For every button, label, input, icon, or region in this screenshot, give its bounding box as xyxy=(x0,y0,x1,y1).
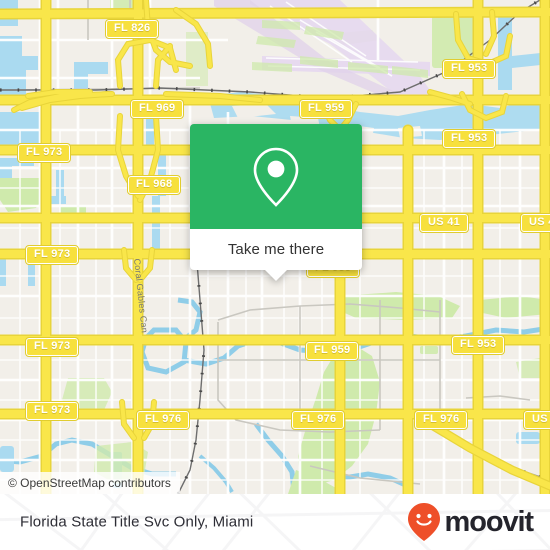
road-shield: FL 953 xyxy=(450,335,506,355)
road-shield: FL 953 xyxy=(441,129,497,149)
brand-wordmark: moovit xyxy=(444,505,535,538)
road-shield: FL 973 xyxy=(24,337,80,357)
map-pin-icon xyxy=(253,147,299,207)
page-title: Florida State Title Svc Only, Miami xyxy=(20,513,254,531)
road-shield: FL 968 xyxy=(126,175,182,195)
road-shield: US 41 xyxy=(418,213,470,233)
popup-tail xyxy=(265,270,287,281)
popup-header xyxy=(190,124,362,229)
map-screenshot: FL 826 FL 969 FL 959 FL 953 FL 953 FL 973 FL 9… xyxy=(0,0,550,550)
road-shield: FL 973 xyxy=(24,245,80,265)
location-popup[interactable]: Take me there xyxy=(190,124,362,281)
road-shield: FL 959 xyxy=(304,341,360,361)
road-shield: FL 959 xyxy=(298,99,354,119)
road-shield: US 4 xyxy=(520,213,550,233)
road-shield: FL 969 xyxy=(129,99,185,119)
moovit-brand-logo[interactable]: moovit xyxy=(407,502,535,542)
popup-footer[interactable]: Take me there xyxy=(190,229,362,281)
road-shield: FL 976 xyxy=(290,410,346,430)
road-shield: FL 973 xyxy=(24,401,80,421)
road-shield: FL 953 xyxy=(441,59,497,79)
road-shield: US 1 xyxy=(523,410,550,430)
osm-attribution[interactable]: © OpenStreetMap contributors xyxy=(0,472,180,494)
road-shield: FL 976 xyxy=(135,410,191,430)
moovit-smiley-pin-icon xyxy=(407,503,440,541)
road-shield: FL 826 xyxy=(104,19,160,39)
footer-bar: Florida State Title Svc Only, Miami moov… xyxy=(0,494,550,550)
road-shield: FL 976 xyxy=(413,410,469,430)
take-me-there-button[interactable]: Take me there xyxy=(228,241,324,258)
road-shield: FL 973 xyxy=(16,143,72,163)
map-canvas[interactable]: FL 826 FL 969 FL 959 FL 953 FL 953 FL 973 FL 9… xyxy=(0,0,550,494)
